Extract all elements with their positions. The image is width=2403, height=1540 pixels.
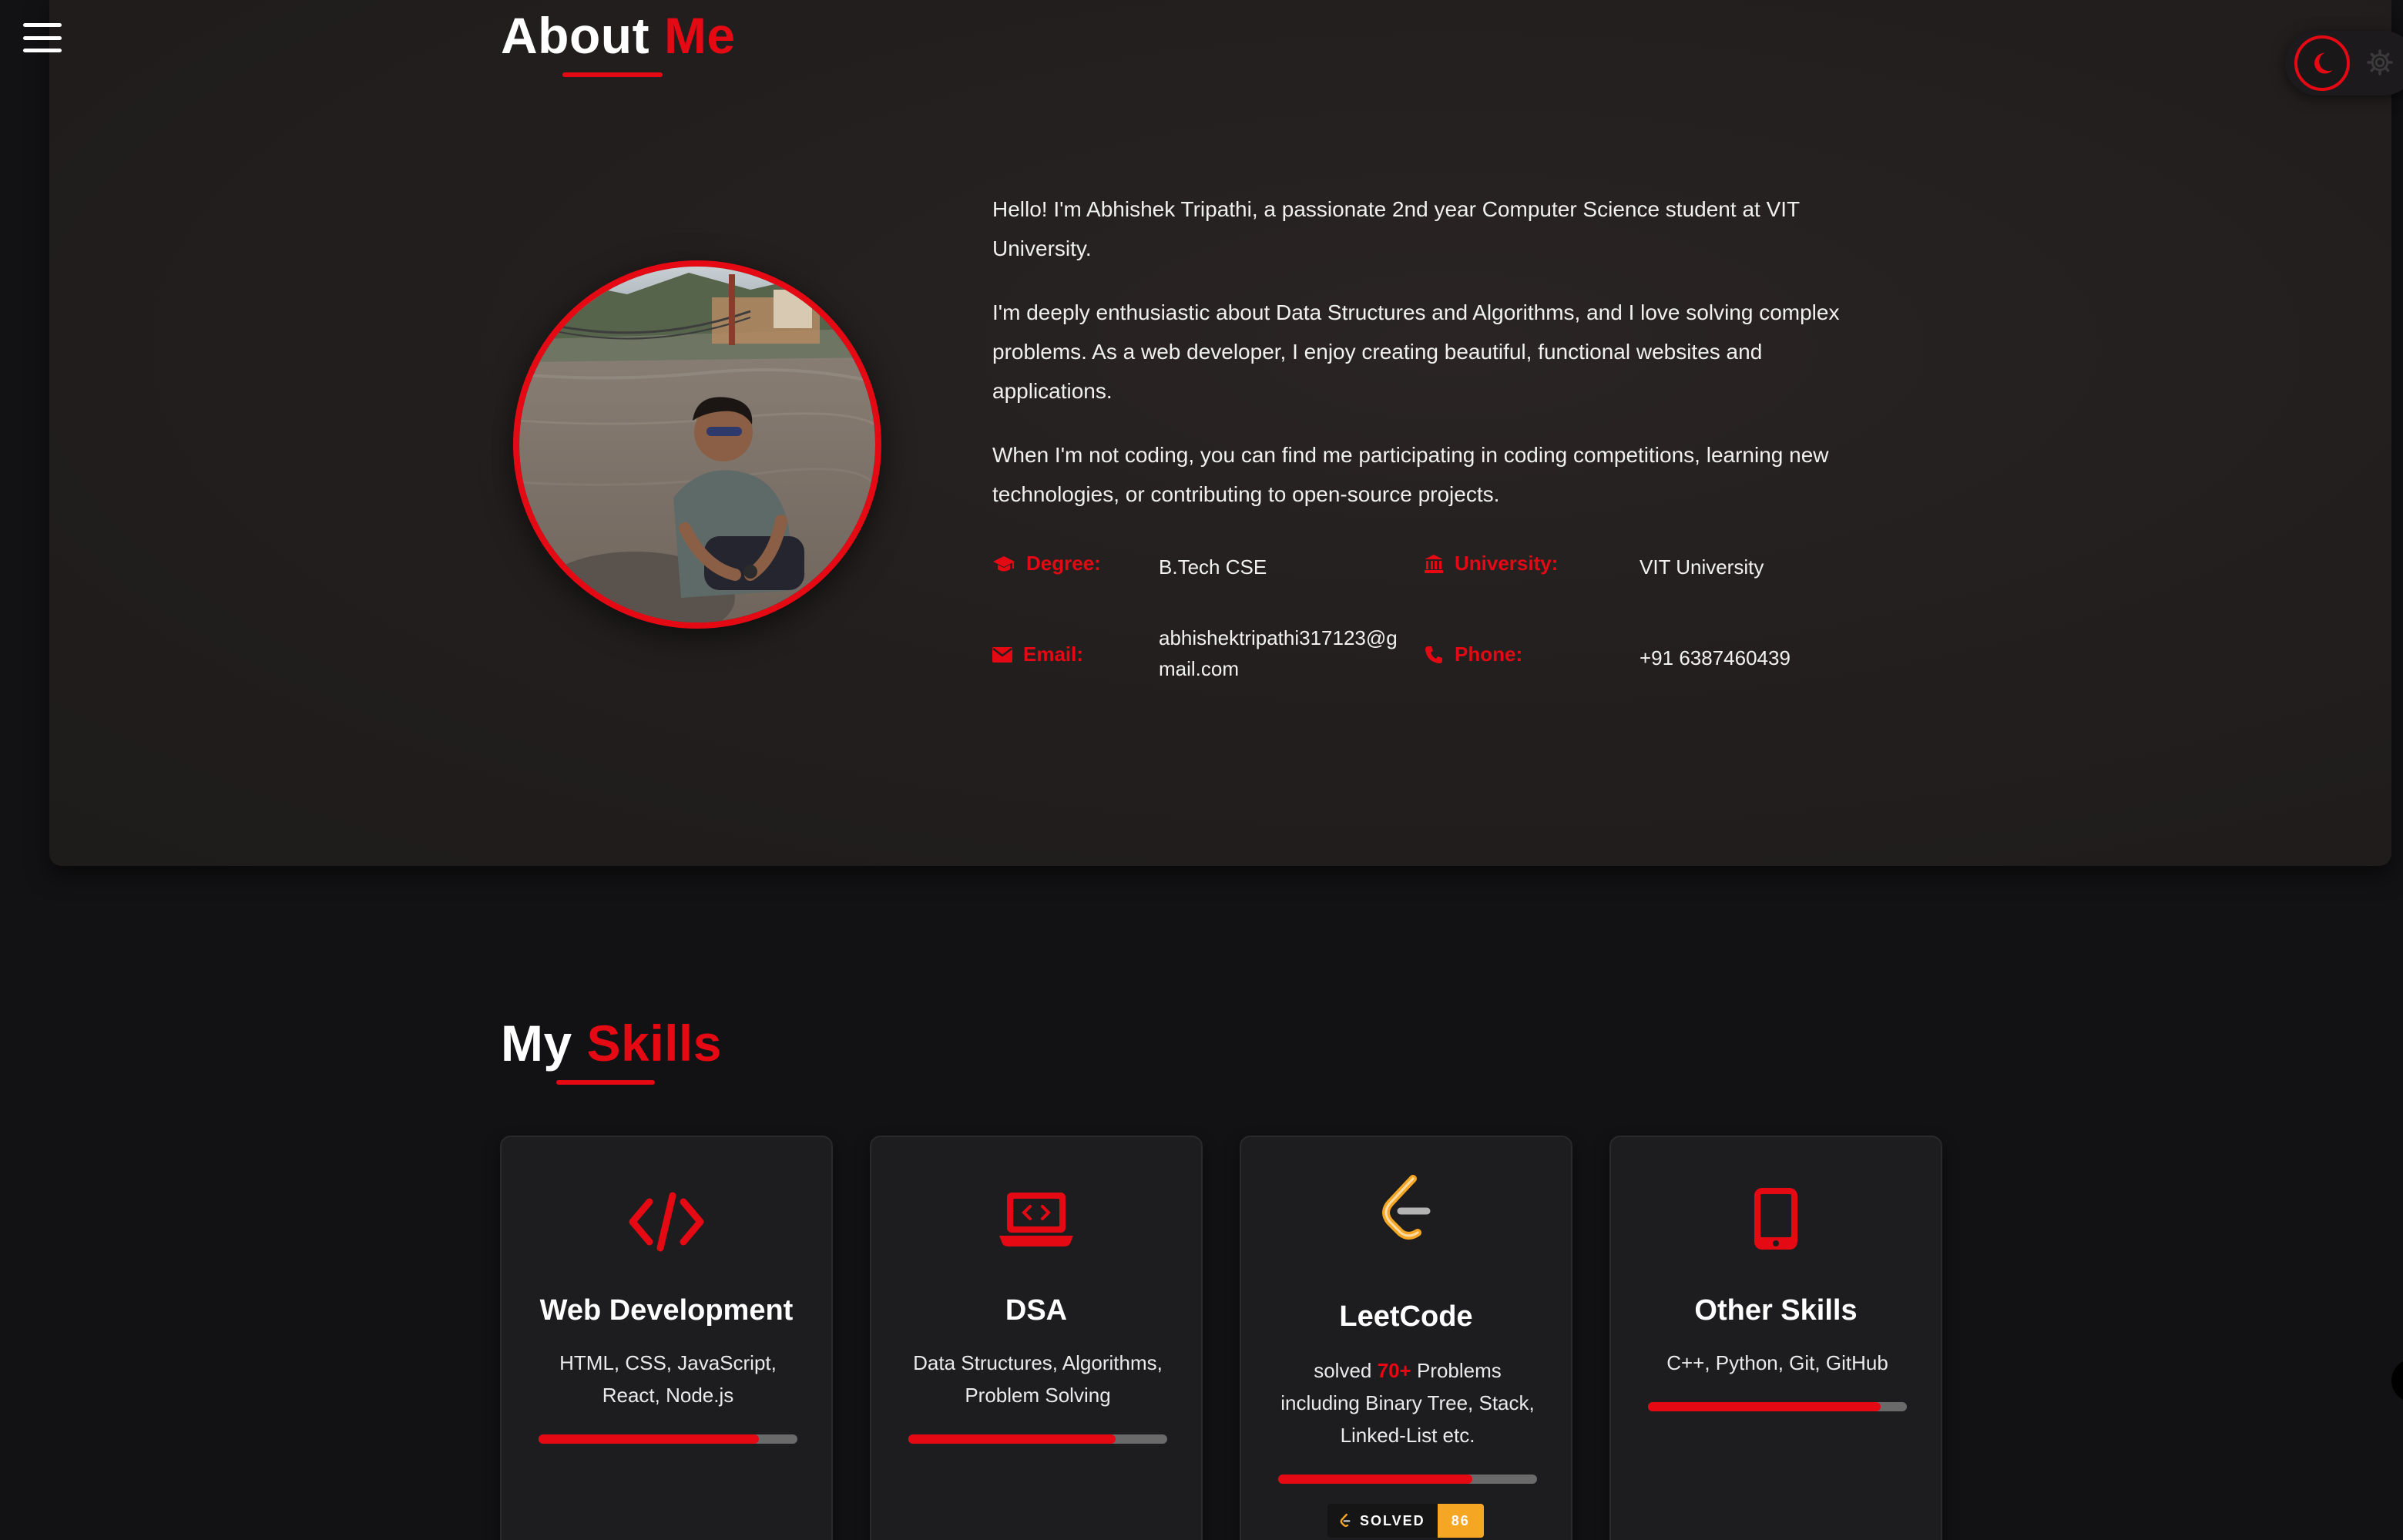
skill-card-desc: HTML, CSS, JavaScript, React, Node.js — [559, 1351, 777, 1407]
phone-label: Phone: — [1424, 643, 1522, 666]
skill-card-desc: Data Structures, Algorithms, Problem Sol… — [913, 1351, 1163, 1407]
phone-item: Phone: — [1424, 643, 1522, 666]
profile-photo — [513, 260, 881, 629]
about-title: About Me — [501, 6, 736, 65]
degree-value: B.Tech CSE — [1159, 555, 1267, 579]
envelope-icon — [992, 646, 1012, 663]
skill-card-title: DSA — [1005, 1294, 1068, 1327]
skill-card-title: Other Skills — [1694, 1294, 1858, 1327]
skill-card-title: Web Development — [539, 1294, 794, 1327]
about-title-accent: Me — [663, 7, 736, 64]
skill-card-desc: C++, Python, Git, GitHub — [1666, 1351, 1888, 1374]
skill-card-dsa[interactable]: DSA Data Structures, Algorithms, Problem… — [870, 1136, 1203, 1540]
skill-progress-fill — [1278, 1475, 1472, 1484]
skill-progress-bar — [1278, 1475, 1537, 1484]
skill-card-title: LeetCode — [1339, 1300, 1473, 1333]
university-value: VIT University — [1639, 555, 1764, 579]
about-title-main: About — [501, 7, 650, 64]
skill-progress-fill — [539, 1434, 759, 1444]
personal-info: Degree: B.Tech CSE University: VIT Unive… — [992, 544, 1878, 698]
bio-paragraph-1: Hello! I'm Abhishek Tripathi, a passiona… — [992, 197, 1800, 260]
leetcode-icon — [1241, 1173, 1571, 1246]
badge-value: 86 — [1437, 1504, 1484, 1538]
leetcode-solved-badge[interactable]: SOLVED 86 — [1327, 1504, 1484, 1538]
skill-progress-bar — [1648, 1402, 1907, 1411]
email-value[interactable]: abhishektripathi317123@g mail.com — [1159, 622, 1398, 684]
skills-title-main: My — [501, 1015, 572, 1072]
email-value-line1: abhishektripathi317123@g — [1159, 626, 1398, 649]
skill-progress-bar — [908, 1434, 1167, 1444]
phone-icon — [1425, 646, 1442, 663]
degree-label: Degree: — [992, 552, 1101, 575]
bio-text: Hello! I'm Abhishek Tripathi, a passiona… — [992, 190, 1878, 538]
skills-title: My Skills — [501, 1014, 722, 1072]
skill-progress-fill — [908, 1434, 1116, 1444]
skill-progress-bar — [539, 1434, 797, 1444]
code-icon — [502, 1191, 831, 1253]
email-label: Email: — [992, 643, 1083, 666]
moon-icon — [2314, 52, 2333, 74]
about-title-underline — [562, 72, 663, 77]
portfolio-page: About Me Hello! I'm Abhishek Tripathi, a… — [0, 0, 2403, 1540]
degree-item: Degree: — [992, 552, 1101, 575]
skill-card-desc: solved 70+ Problems including Binary Tre… — [1280, 1359, 1535, 1447]
email-value-line2: mail.com — [1159, 657, 1240, 680]
leetcode-small-icon — [1340, 1513, 1351, 1527]
bio-paragraph-3: When I'm not coding, you can find me par… — [992, 443, 1829, 506]
graduation-cap-icon — [993, 555, 1015, 571]
skill-card-other-skills[interactable]: Other Skills C++, Python, Git, GitHub — [1609, 1136, 1942, 1540]
skill-card-leetcode[interactable]: LeetCode solved 70+ Problems including B… — [1240, 1136, 1572, 1540]
laptop-code-icon — [871, 1188, 1201, 1250]
skill-card-web-development[interactable]: Web Development HTML, CSS, JavaScript, R… — [500, 1136, 833, 1540]
badge-label: SOLVED — [1360, 1512, 1425, 1528]
mobile-icon — [1611, 1186, 1941, 1251]
email-item: Email: — [992, 643, 1083, 666]
skills-title-accent: Skills — [586, 1015, 722, 1072]
phone-value[interactable]: +91 6387460439 — [1639, 643, 1791, 673]
dark-mode-button[interactable] — [2294, 35, 2350, 91]
theme-toggle — [2285, 31, 2403, 96]
skill-progress-fill — [1648, 1402, 1881, 1411]
bio-paragraph-2: I'm deeply enthusiastic about Data Struc… — [992, 300, 1840, 403]
skills-title-underline — [556, 1080, 655, 1085]
university-label: University: — [1424, 552, 1558, 575]
hamburger-menu-icon[interactable] — [23, 23, 62, 52]
university-item: University: — [1424, 552, 1558, 575]
university-icon — [1425, 554, 1443, 573]
gear-icon[interactable] — [2362, 45, 2398, 80]
